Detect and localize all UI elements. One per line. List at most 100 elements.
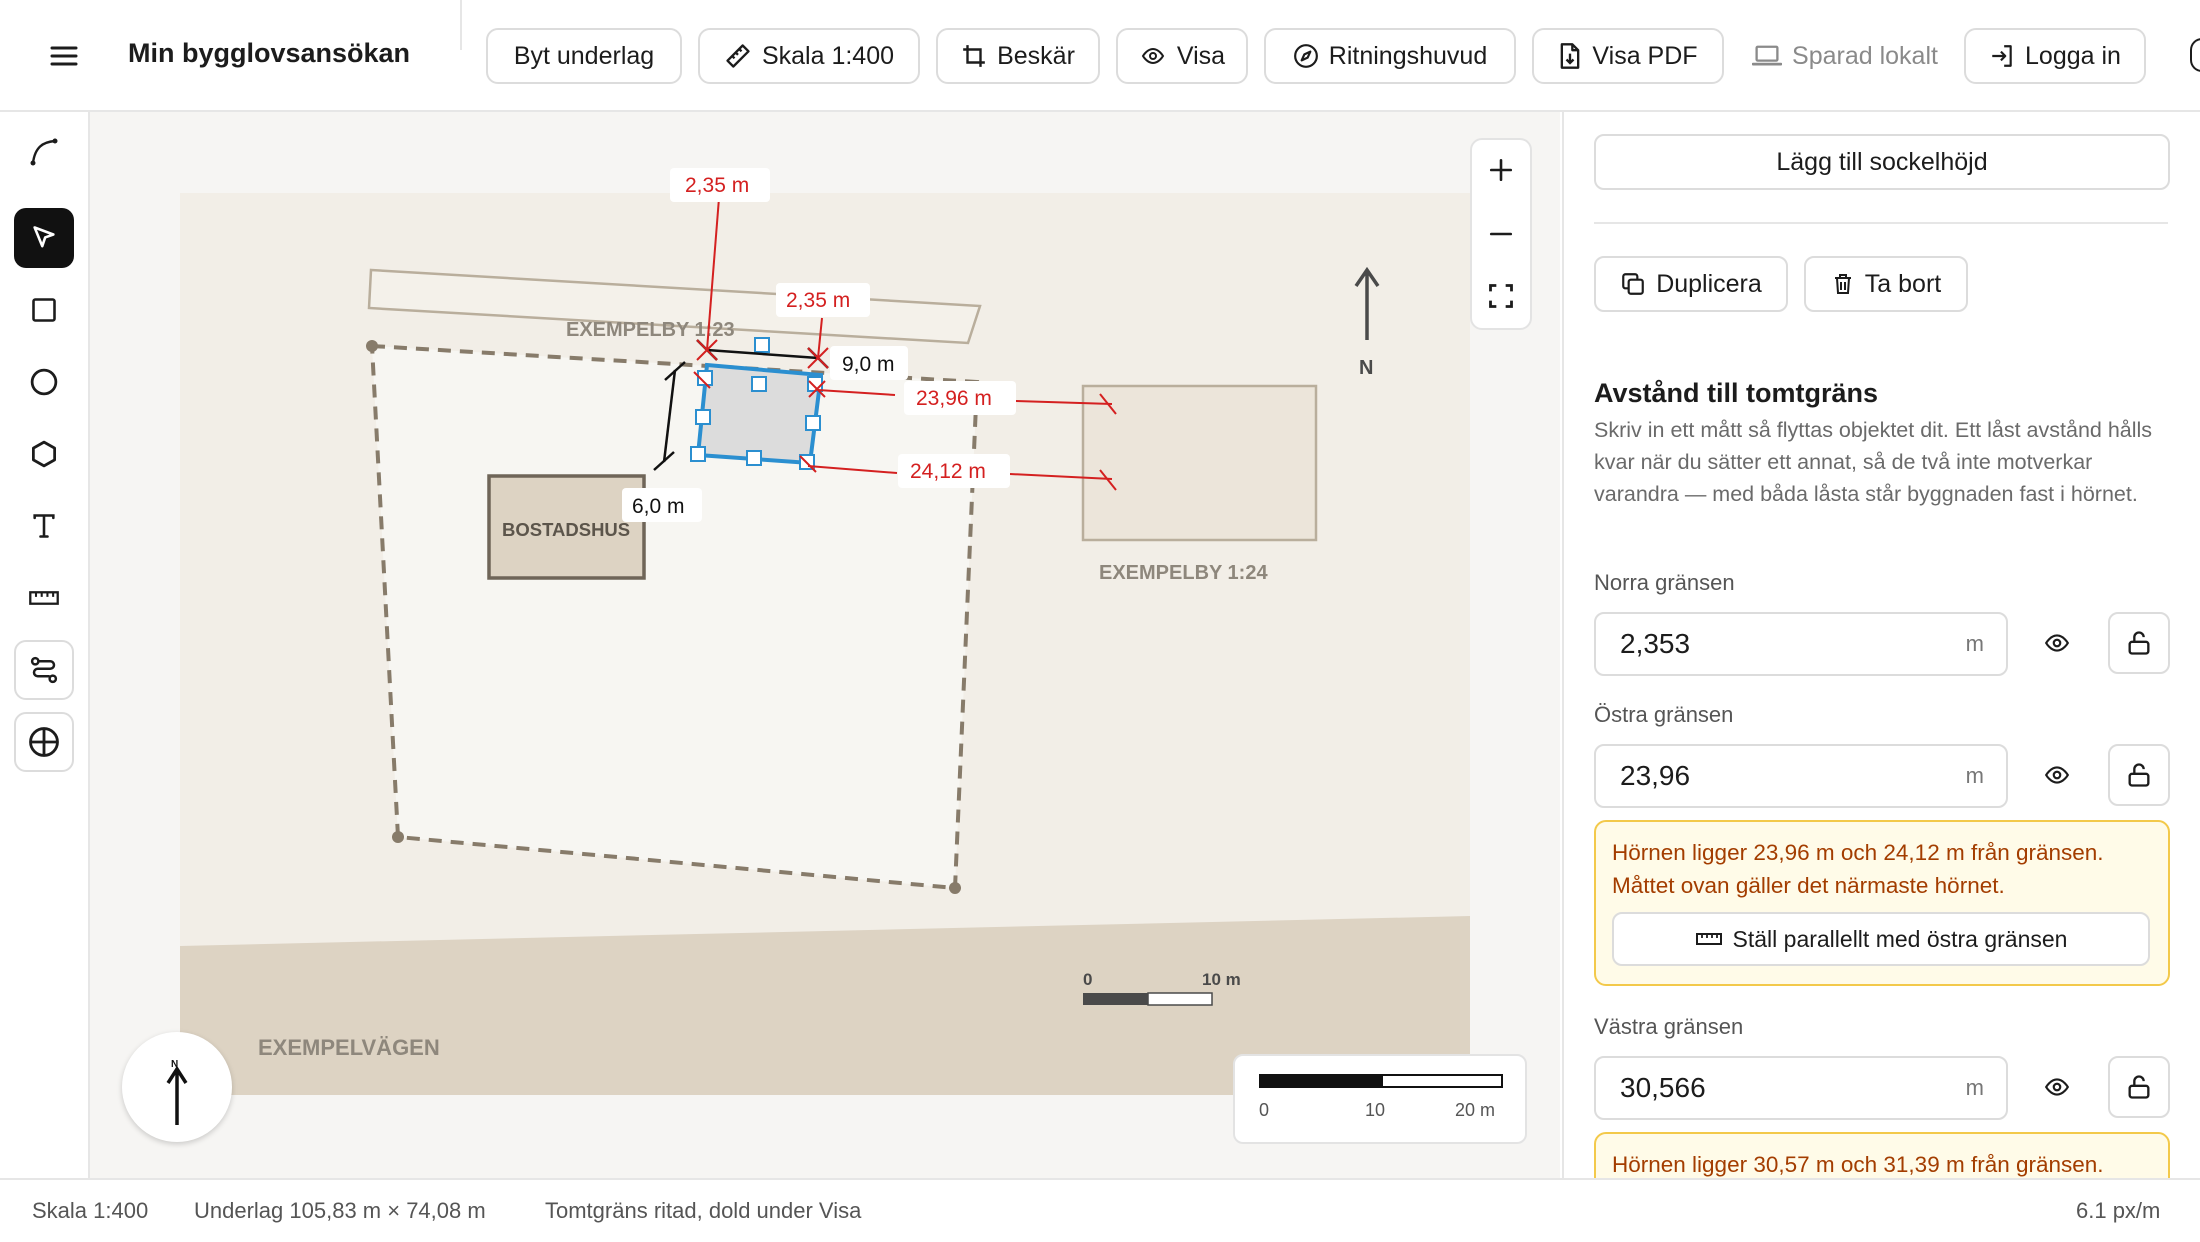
boundary-distance-title: Avstånd till tomtgräns (1594, 378, 1879, 408)
curve-tool[interactable] (14, 122, 74, 182)
status-scale: Skala 1:400 (32, 1198, 149, 1223)
east-boundary-field[interactable]: m (1594, 744, 2008, 808)
west-visibility-toggle[interactable] (2026, 1056, 2088, 1118)
zoom-in-button[interactable] (1472, 140, 1530, 200)
resize-handle[interactable] (754, 337, 770, 353)
duplicate-button[interactable]: Duplicera (1594, 256, 1788, 312)
menu-button[interactable] (40, 32, 88, 80)
east-warning-box: Hörnen ligger 23,96 m och 24,12 m från g… (1594, 820, 2170, 986)
road-label: EXEMPELVÄGEN (258, 1035, 440, 1060)
crop-label: Beskär (997, 41, 1075, 70)
scale-bar-widget: 0 10 20 m (1233, 1054, 1527, 1144)
rectangle-tool[interactable] (14, 280, 74, 340)
boundary-corner[interactable] (392, 831, 404, 843)
east-warning-text: Hörnen ligger 23,96 m och 24,12 m från g… (1612, 840, 2104, 898)
show-button[interactable]: Visa (1116, 28, 1248, 84)
drawing-toolbar (0, 112, 90, 1178)
west-boundary-field[interactable]: m (1594, 1056, 2008, 1120)
delete-label: Ta bort (1864, 269, 1942, 298)
west-warning-text: Hörnen ligger 30,57 m och 31,39 m från g… (1612, 1152, 2104, 1177)
north-arrow-label: N (1359, 357, 1373, 379)
site-plan[interactable]: EXEMPELVÄGEN EXEMPELBY 1:23 BOSTADSHUS E… (90, 112, 1560, 1178)
parallel-east-button[interactable]: Ställ parallellt med östra gränsen (1612, 912, 2150, 966)
width-label: 9,0 m (842, 353, 895, 376)
scale-bar (1259, 1074, 1503, 1088)
app-title: Min bygglovsansökan (128, 38, 411, 68)
resize-handle[interactable] (805, 415, 821, 431)
unlock-icon (2128, 631, 2150, 655)
show-pdf-label: Visa PDF (1592, 41, 1698, 70)
boundary-corner[interactable] (366, 340, 378, 352)
north-boundary-field[interactable]: m (1594, 612, 2008, 676)
fit-screen-button[interactable] (1472, 266, 1530, 326)
ruler-icon (1695, 933, 1722, 945)
north-boundary-input[interactable] (1618, 627, 1922, 661)
panel-divider (1594, 222, 2168, 224)
plus-icon (1489, 158, 1513, 182)
change-base-button[interactable]: Byt underlag (486, 28, 682, 84)
resize-handle[interactable] (690, 446, 706, 462)
eye-icon (2044, 766, 2070, 784)
trash-icon (1834, 274, 1851, 294)
unlock-icon (2128, 1075, 2150, 1099)
add-base-height-button[interactable]: Lägg till sockelhöjd (1594, 134, 2170, 190)
circle-tool[interactable] (14, 352, 74, 412)
delete-button[interactable]: Ta bort (1804, 256, 1968, 312)
duplicate-label: Duplicera (1656, 269, 1762, 298)
drawing-canvas[interactable]: EXEMPELVÄGEN EXEMPELBY 1:23 BOSTADSHUS E… (90, 112, 1560, 1178)
house-label: BOSTADSHUS (502, 519, 630, 540)
north-lock-toggle[interactable] (2108, 612, 2170, 674)
resize-handle[interactable] (695, 409, 711, 425)
west-warning-box: Hörnen ligger 30,57 m och 31,39 m från g… (1594, 1132, 2170, 1178)
square-icon (32, 298, 56, 322)
scale-label: Skala 1:400 (761, 41, 895, 70)
west-boundary-label: Västra gränsen (1594, 1014, 1744, 1039)
select-tool[interactable] (14, 208, 74, 268)
west-lock-toggle[interactable] (2108, 1056, 2170, 1118)
eye-icon (2044, 634, 2070, 652)
resize-handle[interactable] (751, 376, 767, 392)
show-pdf-button[interactable]: Visa PDF (1532, 28, 1724, 84)
crosshair-tool[interactable] (14, 712, 74, 772)
parallel-east-label: Ställ parallellt med östra gränsen (1732, 925, 2068, 952)
eye-icon (1141, 47, 1165, 65)
neighbor-east-parcel (1081, 384, 1318, 542)
drawing-header-button[interactable]: Ritningshuvud (1264, 28, 1516, 84)
zoom-out-button[interactable] (1472, 204, 1530, 264)
polygon-tool[interactable] (14, 424, 74, 484)
minus-icon (1489, 232, 1513, 236)
north-distance-label-b: 2,35 m (786, 289, 850, 312)
inner-scale-end: 10 m (1202, 970, 1241, 989)
east-visibility-toggle[interactable] (2026, 744, 2088, 806)
neighbor-east-label: EXEMPELBY 1:24 (1099, 562, 1268, 584)
eye-icon (2044, 1078, 2070, 1096)
east-unit: m (1965, 763, 1984, 788)
property-boundary[interactable] (369, 343, 980, 891)
north-compass-icon: N (166, 1059, 188, 1125)
properties-panel: Lägg till sockelhöjd Duplicera Ta bort A… (1562, 112, 2200, 1178)
copy-icon (1622, 273, 1645, 295)
resize-handle[interactable] (746, 450, 762, 466)
text-tool[interactable] (14, 496, 74, 556)
crop-icon (963, 45, 985, 67)
crop-button[interactable]: Beskär (936, 28, 1100, 84)
west-boundary-input[interactable] (1618, 1071, 1922, 1105)
scale-button[interactable]: Skala 1:400 (698, 28, 920, 84)
drawing-header-label: Ritningshuvud (1328, 41, 1488, 70)
login-icon (1992, 45, 2012, 67)
login-label: Logga in (2025, 41, 2121, 70)
east-boundary-input[interactable] (1618, 759, 1922, 793)
path-tool[interactable] (14, 640, 74, 700)
west-unit: m (1965, 1075, 1984, 1100)
boundary-corner[interactable] (949, 882, 961, 894)
login-button[interactable]: Logga in (1964, 28, 2146, 84)
east-lock-toggle[interactable] (2108, 744, 2170, 806)
resize-handle[interactable] (807, 376, 823, 392)
fullscreen-icon (1489, 284, 1513, 308)
north-visibility-toggle[interactable] (2026, 612, 2088, 674)
measure-tool[interactable] (14, 568, 74, 628)
compass-button[interactable]: N (122, 1032, 232, 1142)
cursor-arrow-icon (33, 226, 55, 248)
panel-scroll-remnant (1684, 112, 1884, 120)
hamburger-icon (50, 46, 78, 66)
